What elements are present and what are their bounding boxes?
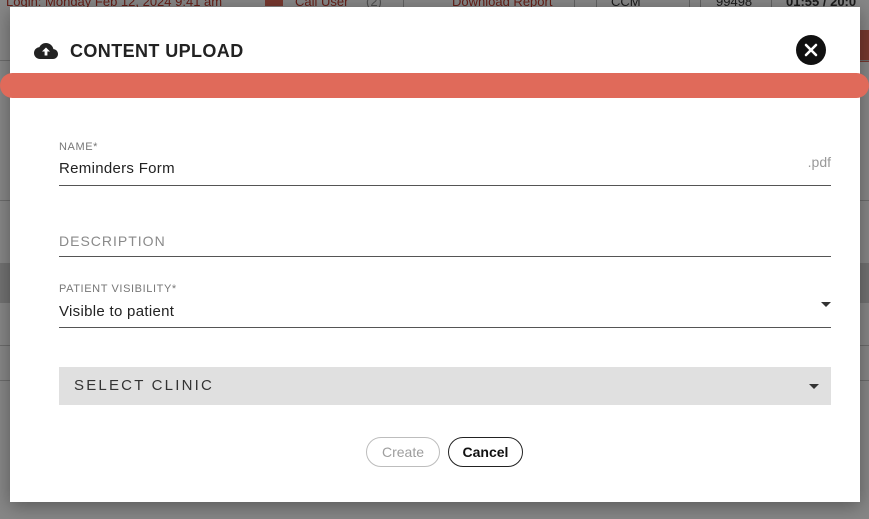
patient-visibility-value: Visible to patient [59, 303, 175, 320]
chevron-down-icon [809, 384, 819, 389]
patient-visibility-label: PATIENT VISIBILITY* [59, 283, 177, 295]
close-icon[interactable] [796, 35, 826, 65]
chevron-down-icon [821, 302, 831, 307]
name-field-label: NAME* [59, 141, 99, 153]
cloud-upload-icon [34, 42, 58, 60]
cancel-button[interactable]: Cancel [448, 437, 523, 467]
name-field[interactable]: NAME* Reminders Form .pdf [59, 140, 831, 186]
name-field-value: Reminders Form [59, 160, 175, 177]
description-field[interactable]: DESCRIPTION [59, 222, 831, 257]
modal-title: CONTENT UPLOAD [70, 41, 244, 61]
description-placeholder: DESCRIPTION [59, 233, 166, 249]
file-extension-suffix: .pdf [807, 154, 831, 170]
select-clinic-label: SELECT CLINIC [74, 377, 215, 394]
create-button[interactable]: Create [366, 437, 440, 467]
upload-progress-bar [0, 73, 869, 98]
modal-header: CONTENT UPLOAD [10, 7, 860, 73]
patient-visibility-select[interactable]: PATIENT VISIBILITY* Visible to patient [59, 282, 831, 328]
select-clinic-dropdown[interactable]: SELECT CLINIC [59, 367, 831, 405]
